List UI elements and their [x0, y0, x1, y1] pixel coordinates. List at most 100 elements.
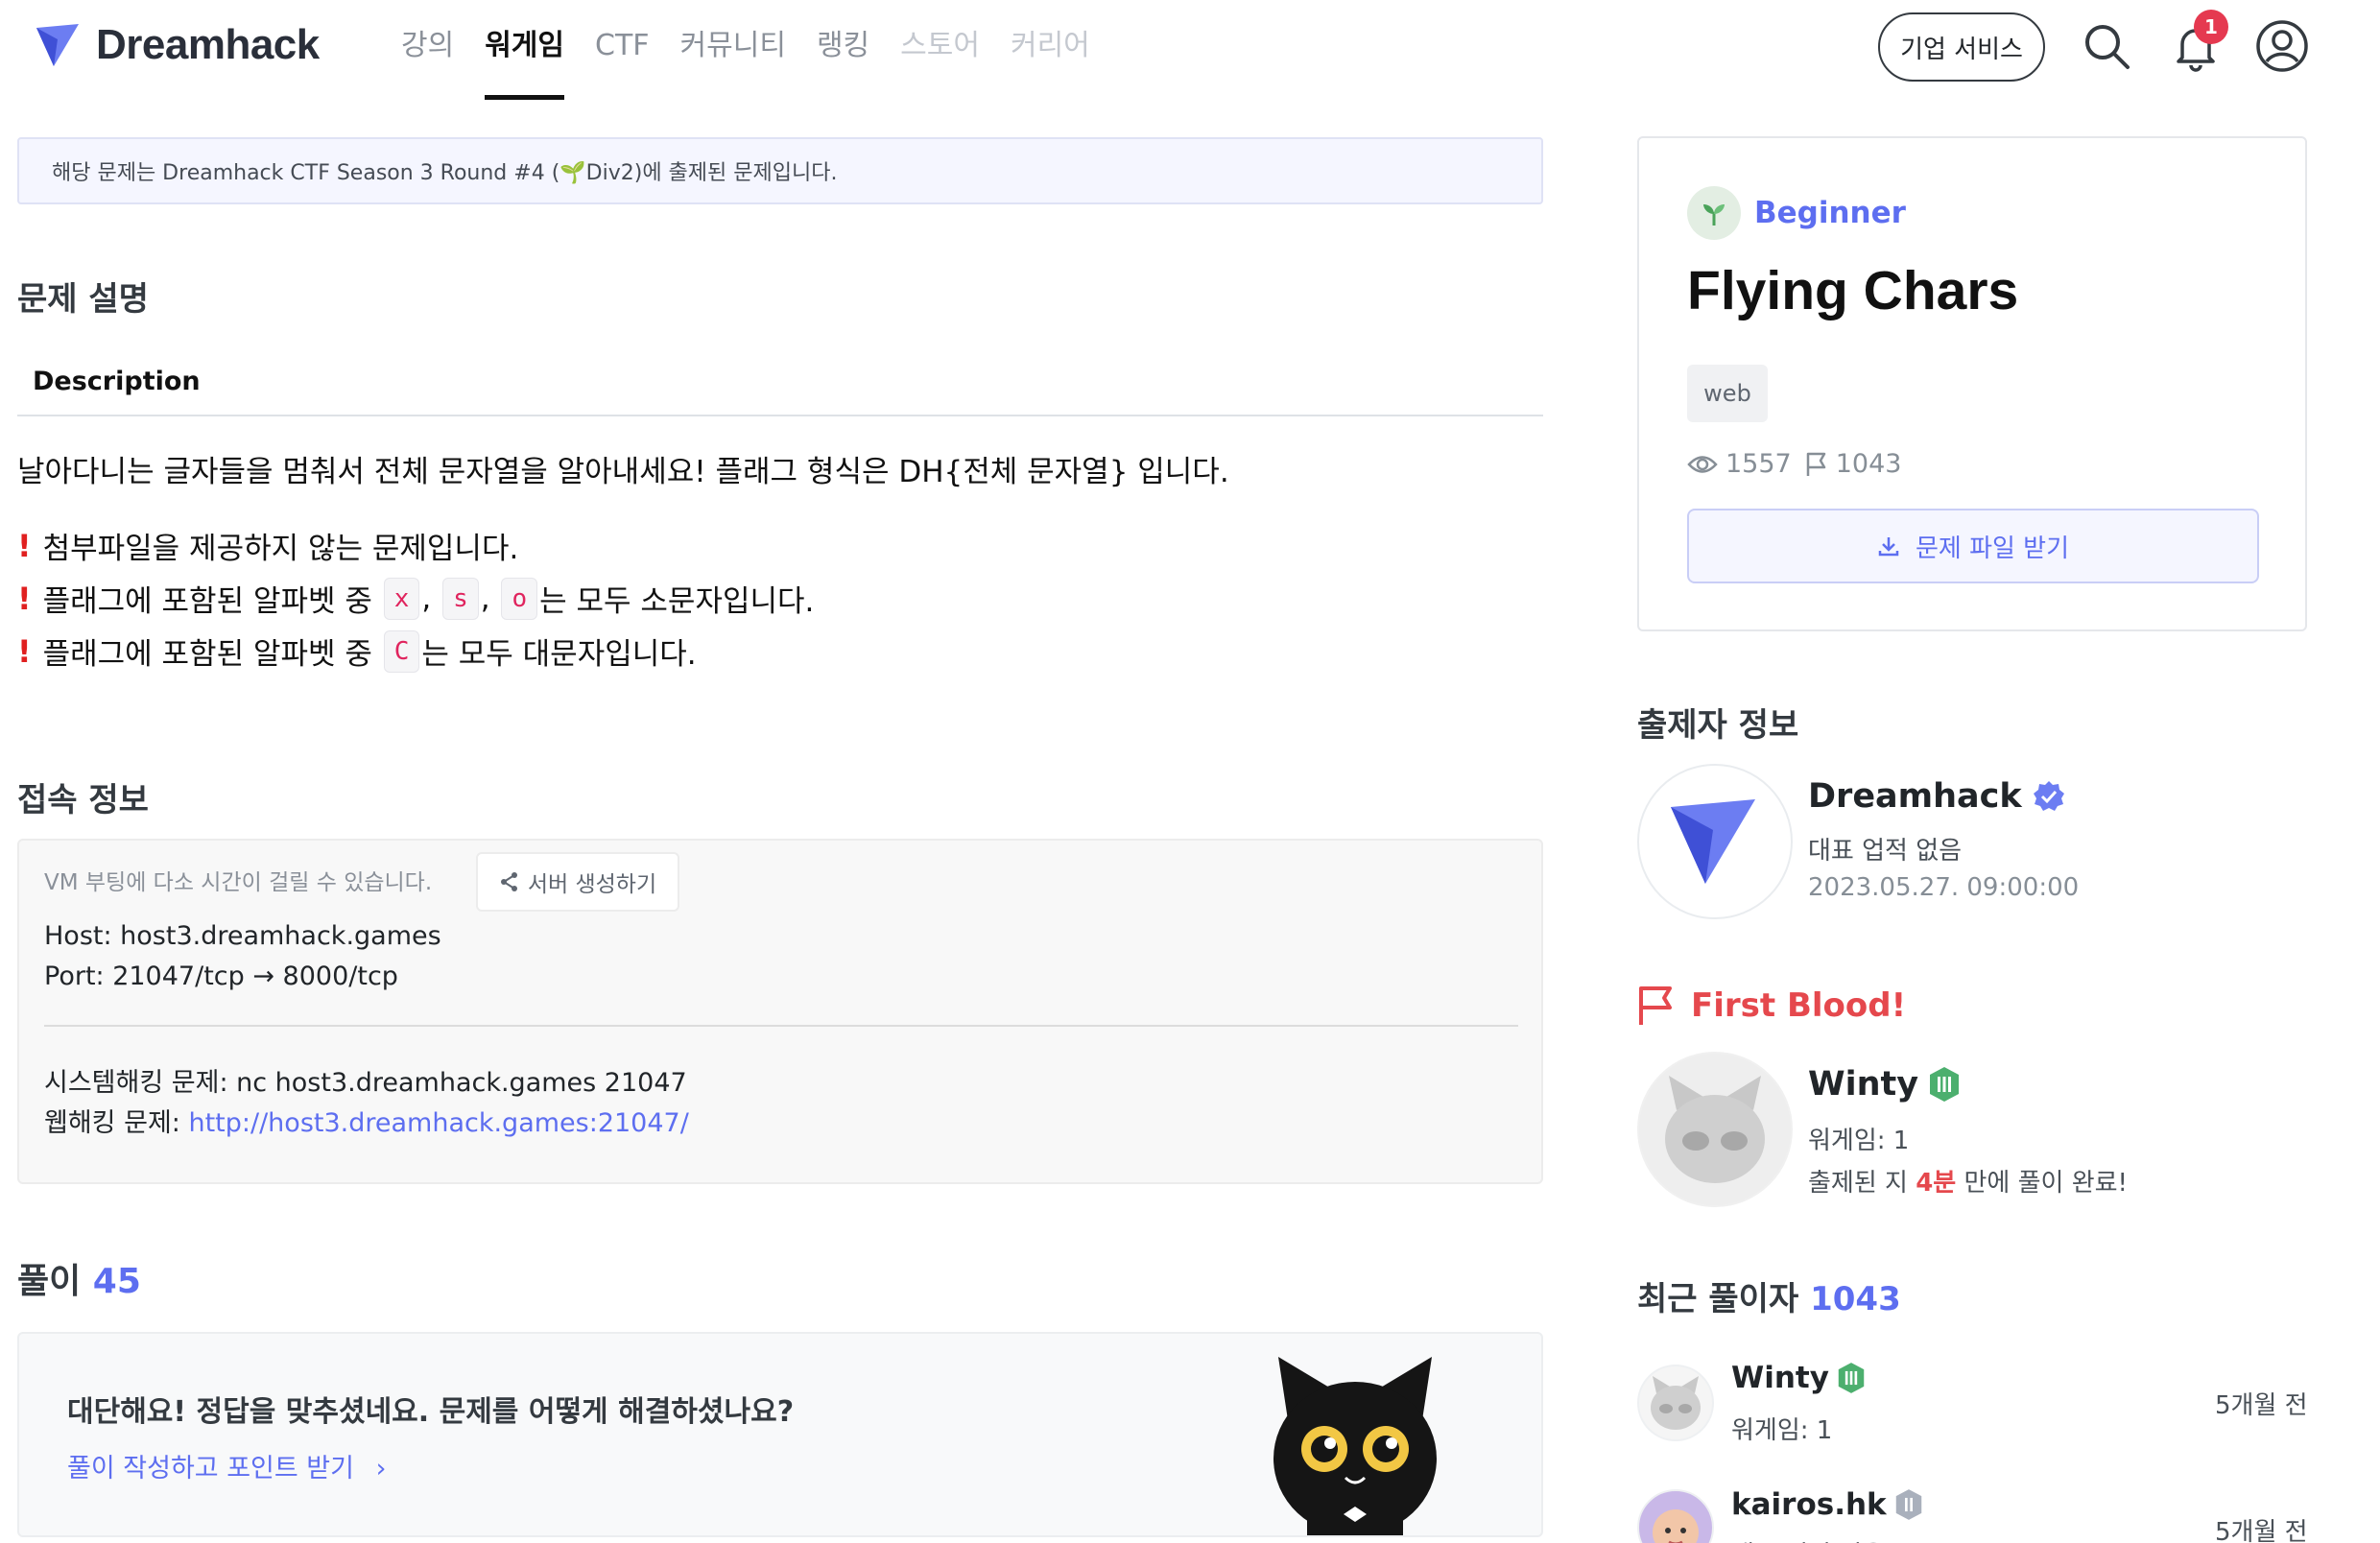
system-hacking-line: 시스템해킹 문제: nc host3.dreamhack.games 21047 [44, 1068, 687, 1098]
write-solution-link[interactable]: 풀이 작성하고 포인트 받기 › [67, 1447, 386, 1484]
flag-icon [1806, 452, 1825, 476]
connection-info-title: 접속 정보 [17, 781, 149, 819]
nav-item-wargame[interactable]: 워게임 [485, 0, 564, 100]
nav-item-store[interactable]: 스토어 [900, 0, 980, 96]
inline-code: s [442, 577, 479, 620]
views-stat: 1557 [1687, 449, 1792, 479]
verified-badge-icon [2033, 781, 2064, 811]
first-blood-wargame: 워게임: 1 [1808, 1127, 1910, 1155]
author-info-title: 출제자 정보 [1637, 706, 1799, 745]
note-text: 는 모두 대문자입니다. [421, 637, 697, 672]
top-header: Dreamhack 강의 워게임 CTF 커뮤니티 랭킹 스토어 커리어 기업 … [0, 0, 2380, 100]
first-blood-time-prefix: 출제된 지 [1808, 1169, 1916, 1198]
author-achievement: 대표 업적 없음 [1808, 837, 1963, 866]
solver-avatar[interactable] [1637, 1489, 1714, 1543]
solver-avatar[interactable] [1637, 1365, 1714, 1441]
inline-code: C [383, 629, 420, 673]
solutions-count: 45 [92, 1262, 141, 1301]
recent-solvers-title: 최근 풀이자 1043 [1637, 1272, 1901, 1319]
solver-time: 5개월 전 [2215, 1518, 2308, 1543]
nav-item-lectures[interactable]: 강의 [401, 0, 454, 96]
problem-description-title: 문제 설명 [17, 280, 149, 319]
first-blood-heading: First Blood! [1637, 985, 1906, 1027]
user-icon[interactable] [2253, 17, 2311, 75]
nav-item-community[interactable]: 커뮤니티 [680, 0, 786, 96]
sprout-icon [1687, 186, 1741, 240]
author-date: 2023.05.27. 09:00:00 [1808, 873, 2080, 902]
author-avatar[interactable] [1637, 764, 1793, 919]
connection-divider [44, 1025, 1518, 1027]
note-text: 첨부파일을 제공하지 않는 문제입니다. [42, 532, 519, 566]
difficulty-level: Beginner [1687, 186, 1906, 240]
create-server-label: 서버 생성하기 [527, 872, 657, 897]
business-service-button[interactable]: 기업 서비스 [1878, 12, 2045, 82]
write-solution-label: 풀이 작성하고 포인트 받기 [67, 1454, 354, 1484]
solves-stat: 1043 [1805, 449, 1901, 479]
black-cat-mascot [1273, 1357, 1437, 1535]
exclamation-icon: ! [17, 580, 32, 617]
rank-badge-icon [1930, 1067, 1960, 1102]
host-line: Host: host3.dreamhack.games [44, 921, 441, 951]
separator: , [480, 581, 490, 616]
solver-name-text: Winty [1731, 1361, 1829, 1395]
cta-question: 대단해요! 정답을 맞추셨네요. 문제를 어떻게 해결하셨나요? [67, 1395, 795, 1429]
dreamhack-logo[interactable]: Dreamhack [35, 21, 320, 69]
ctf-origin-notice: 해당 문제는 Dreamhack CTF Season 3 Round #4 (… [17, 137, 1543, 204]
exclamation-icon: ! [17, 632, 32, 670]
exclamation-icon: ! [17, 527, 32, 564]
inline-code: o [501, 577, 538, 620]
first-blood-time: 출제된 지 4분 만에 풀이 완료! [1808, 1163, 2128, 1199]
gray-cat-avatar-icon [1651, 1376, 1701, 1430]
category-tag[interactable]: web [1687, 365, 1768, 422]
description-intro: 날아다니는 글자들을 멈춰서 전체 문자열을 알아내세요! 플래그 형식은 DH… [17, 455, 1229, 489]
rank-badge-icon [1895, 1489, 1921, 1520]
web-url-link[interactable]: http://host3.dreamhack.games:21047/ [188, 1108, 688, 1138]
note-no-attachment: ! 첨부파일을 제공하지 않는 문제입니다. [17, 524, 518, 567]
solver-sub: 워게임: 1 [1731, 1416, 1833, 1445]
cartoon-avatar-icon [1653, 1509, 1699, 1543]
description-divider [17, 415, 1543, 416]
first-blood-time-value: 4분 [1916, 1169, 1957, 1198]
connection-info-box: VM 부팅에 다소 시간이 걸릴 수 있습니다. 서버 생성하기 Host: h… [17, 839, 1543, 1184]
dreamhack-logo-icon [36, 24, 79, 66]
gray-cat-avatar-icon [1665, 1076, 1765, 1183]
main-nav: 강의 워게임 CTF 커뮤니티 랭킹 스토어 커리어 [401, 0, 1090, 100]
solver-sub: 대표 업적 없음 [1731, 1535, 1885, 1543]
challenge-card: Beginner Flying Chars web 1557 1043 문제 파… [1637, 136, 2307, 631]
download-file-label: 문제 파일 받기 [1915, 534, 2070, 563]
challenge-title: Flying Chars [1687, 260, 2019, 321]
first-blood-avatar[interactable] [1637, 1052, 1793, 1207]
description-heading: Description [33, 367, 201, 396]
create-server-button[interactable]: 서버 생성하기 [476, 852, 679, 912]
web-hacking-label: 웹해킹 문제: [44, 1108, 189, 1138]
first-blood-label: First Blood! [1691, 986, 1907, 1025]
chevron-right-icon: › [375, 1454, 387, 1484]
eye-icon [1687, 455, 1718, 473]
logo-text: Dreamhack [96, 21, 320, 68]
note-text: 플래그에 포함된 알파벳 중 [42, 637, 372, 672]
solutions-label: 풀이 [17, 1262, 82, 1301]
solver-name[interactable]: Winty [1731, 1361, 1866, 1395]
first-blood-user[interactable]: Winty [1808, 1065, 1961, 1104]
download-icon [1878, 537, 1899, 557]
difficulty-label: Beginner [1754, 196, 1906, 230]
rank-badge-icon [1838, 1363, 1865, 1393]
dreamhack-avatar-icon [1671, 799, 1755, 884]
port-line: Port: 21047/tcp → 8000/tcp [44, 961, 398, 991]
note-text: 플래그에 포함된 알파벳 중 [42, 584, 372, 619]
nav-item-ctf[interactable]: CTF [595, 0, 650, 96]
write-solution-cta: 대단해요! 정답을 맞추셨네요. 문제를 어떻게 해결하셨나요? 풀이 작성하고… [17, 1332, 1543, 1537]
solver-name[interactable]: kairos.hk [1731, 1487, 1923, 1522]
nav-item-career[interactable]: 커리어 [1011, 0, 1090, 96]
solutions-title: 풀이 45 [17, 1253, 141, 1303]
solver-time: 5개월 전 [2215, 1391, 2308, 1420]
author-name[interactable]: Dreamhack [1808, 777, 2066, 816]
red-flag-icon [1639, 986, 1672, 1025]
notification-badge: 1 [2194, 10, 2228, 44]
nav-item-ranking[interactable]: 랭킹 [817, 0, 869, 96]
search-icon[interactable] [2078, 17, 2135, 75]
recent-solvers-label: 최근 풀이자 [1637, 1280, 1799, 1318]
recent-solvers-count: 1043 [1810, 1280, 1901, 1318]
download-file-button[interactable]: 문제 파일 받기 [1687, 509, 2259, 583]
note-lowercase: ! 플래그에 포함된 알파벳 중 x, s, o 는 모두 소문자입니다. [17, 577, 814, 620]
